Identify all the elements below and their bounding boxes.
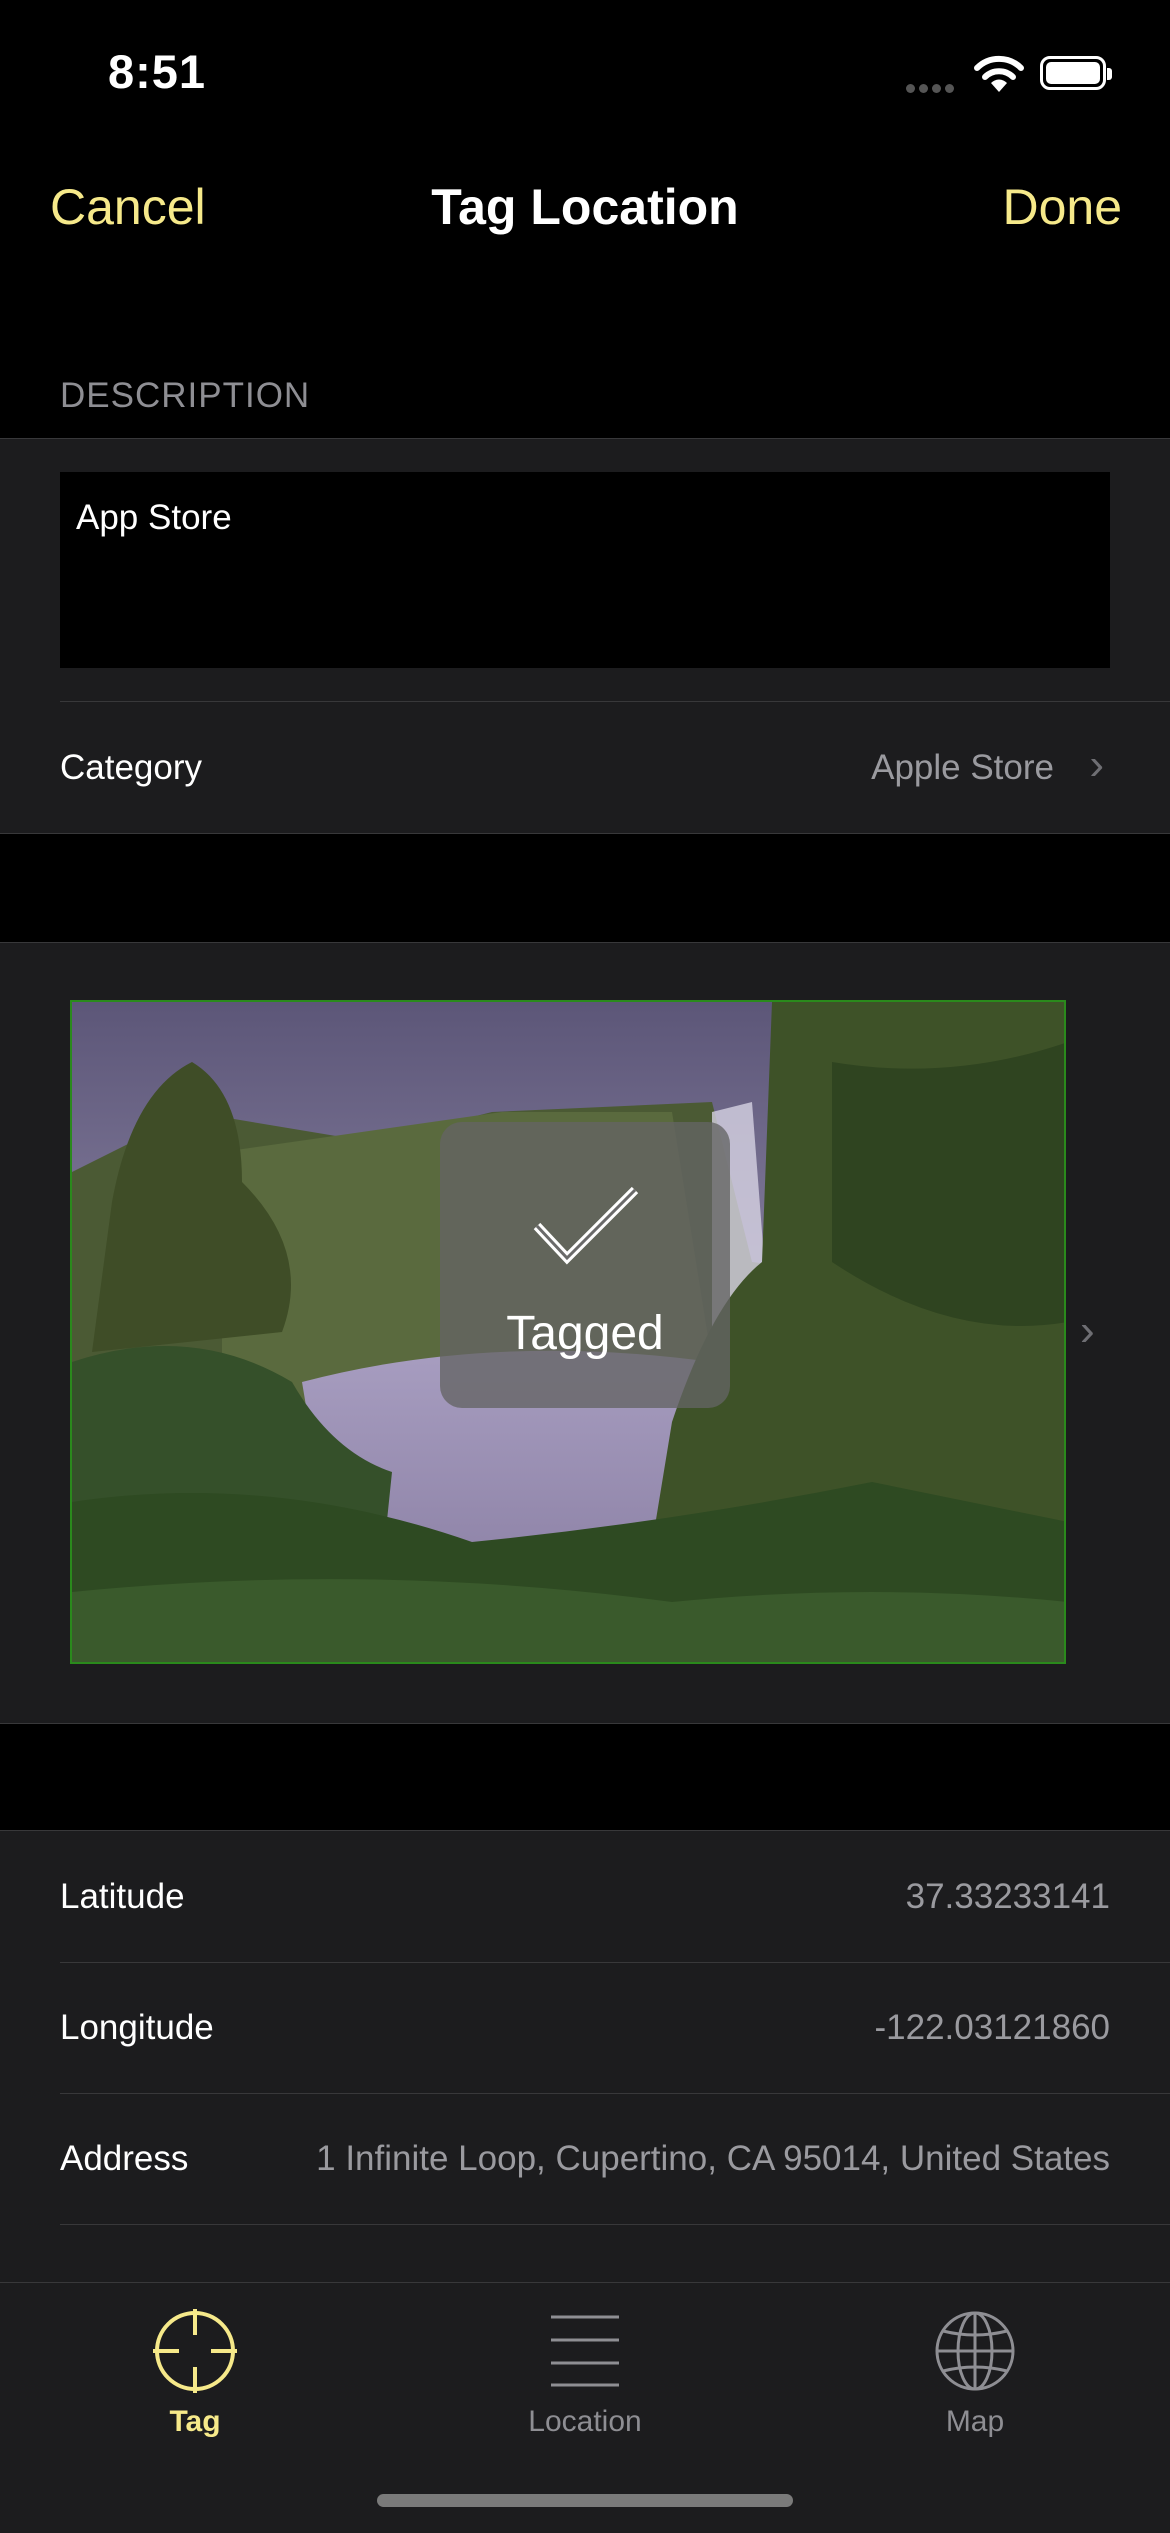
category-label: Category <box>60 748 203 787</box>
cellular-signal-icon <box>906 80 958 98</box>
battery-icon <box>1040 56 1112 90</box>
category-value: Apple Store <box>871 748 1054 787</box>
crosshair-icon <box>153 2309 237 2393</box>
tab-map[interactable]: Map <box>845 2293 1105 2453</box>
done-button[interactable]: Done <box>1002 178 1122 236</box>
address-label: Address <box>60 2139 189 2178</box>
tab-map-label: Map <box>945 2405 1005 2438</box>
tagged-hud <box>440 1122 730 1408</box>
tab-tag[interactable]: Tag <box>65 2293 325 2453</box>
address-value: 1 Infinite Loop, Cupertino, CA 95014, Un… <box>316 2139 1110 2178</box>
tagged-label: Tagged <box>506 1307 664 1360</box>
description-text: App Store <box>76 498 232 537</box>
list-icon <box>551 2315 619 2387</box>
tab-location-label: Location <box>528 2405 642 2438</box>
photo-chevron-right-icon[interactable]: › <box>1080 1306 1095 1356</box>
home-indicator[interactable] <box>377 2494 793 2507</box>
longitude-value: -122.03121860 <box>874 2008 1111 2047</box>
tab-location[interactable]: Location <box>455 2293 715 2453</box>
latitude-label: Latitude <box>60 1877 185 1916</box>
latitude-value: 37.33233141 <box>905 1877 1110 1916</box>
chevron-right-icon: › <box>1089 740 1104 789</box>
section-header-description: DESCRIPTION <box>60 376 311 415</box>
globe-icon <box>935 2311 1015 2391</box>
longitude-label: Longitude <box>60 2008 214 2047</box>
checkmark-icon <box>533 1186 639 1265</box>
category-row[interactable]: Category Apple Store › <box>0 702 1170 834</box>
wifi-icon <box>974 55 1024 92</box>
status-time: 8:51 <box>108 45 207 98</box>
tab-tag-label: Tag <box>169 2405 221 2438</box>
cancel-button[interactable]: Cancel <box>50 178 206 236</box>
